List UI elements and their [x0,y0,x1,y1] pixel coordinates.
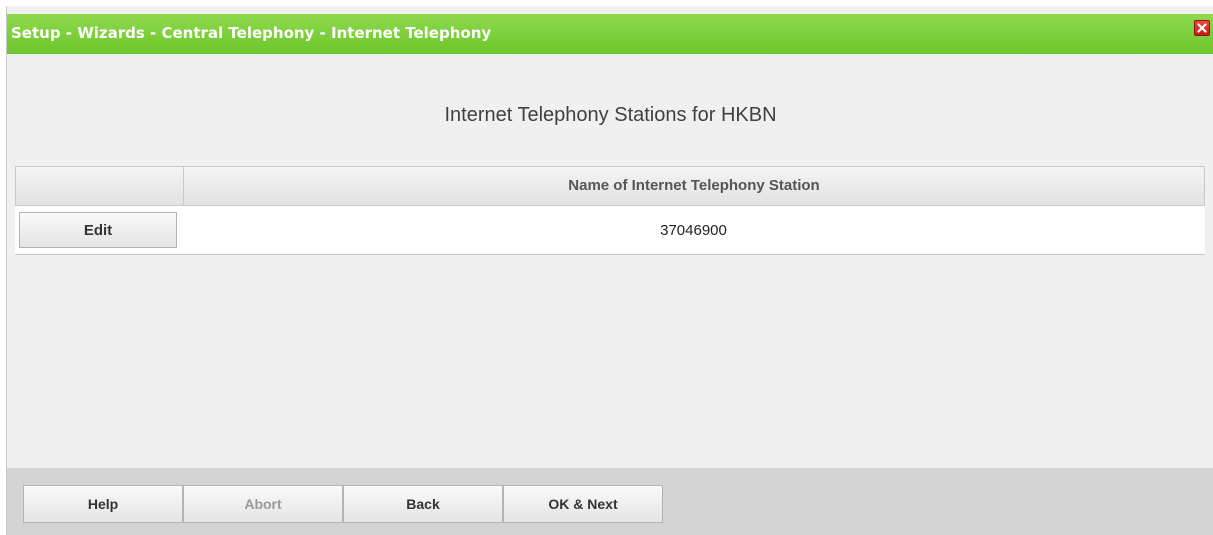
station-name-cell: 37046900 [660,221,727,239]
footer-bar: Help Abort Back OK & Next [7,468,1213,535]
footer-buttons: Help Abort Back OK & Next [23,485,663,523]
wizard-window: Setup - Wizards - Central Telephony - In… [6,6,1213,535]
edit-button[interactable]: Edit [19,212,177,248]
help-button[interactable]: Help [23,485,183,523]
table-row: Edit 37046900 [15,206,1205,255]
close-button[interactable] [1194,20,1210,36]
header-action-column [16,167,184,205]
close-icon [1197,23,1207,33]
back-button[interactable]: Back [343,485,503,523]
window-title: Setup - Wizards - Central Telephony - In… [11,24,492,42]
page-heading: Internet Telephony Stations for HKBN [444,104,777,126]
stations-table: Name of Internet Telephony Station Edit … [15,166,1205,255]
table-header: Name of Internet Telephony Station [15,166,1205,206]
header-station-name: Name of Internet Telephony Station [568,177,820,194]
title-bar: Setup - Wizards - Central Telephony - In… [7,14,1213,54]
abort-button: Abort [183,485,343,523]
ok-next-button[interactable]: OK & Next [503,485,663,523]
